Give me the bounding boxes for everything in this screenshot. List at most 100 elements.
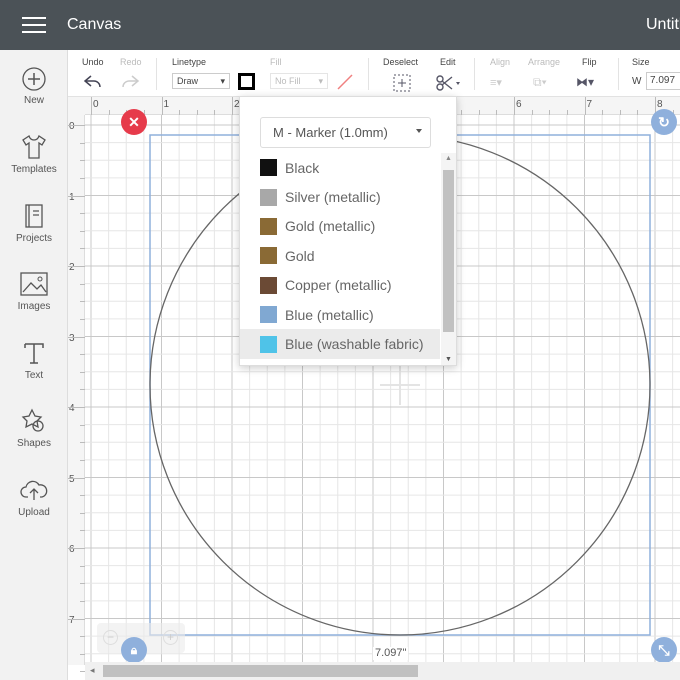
align-icon[interactable]: ≡▾ <box>490 76 502 89</box>
edit-icon[interactable] <box>435 74 461 92</box>
pen-color-popup: M - Marker (1.0mm) Black Silver (metallic… <box>239 96 457 366</box>
rotate-handle-icon[interactable]: ↻ <box>651 109 677 135</box>
book-icon <box>25 204 43 228</box>
fill-value: No Fill <box>275 76 301 86</box>
pen-color-option[interactable]: Gold (metallic) <box>240 212 440 241</box>
pen-color-option[interactable]: Blue (washable fabric) <box>240 329 440 359</box>
sidebar-item-shapes[interactable]: Shapes <box>0 407 68 449</box>
color-swatch <box>260 217 277 235</box>
sidebar-item-new[interactable]: New <box>0 66 68 106</box>
ruler-tick-label: 1 <box>163 99 170 110</box>
resize-handle-icon[interactable]: ⤡ <box>651 637 677 663</box>
ruler-tick-label: 6 <box>516 99 522 110</box>
shapes-icon <box>21 408 44 432</box>
line-color-swatch[interactable] <box>238 73 255 90</box>
color-swatch <box>260 188 277 206</box>
color-swatch <box>260 335 277 353</box>
color-name: Blue (metallic) <box>285 306 374 323</box>
redo-label: Redo <box>120 57 142 67</box>
ruler-tick-label: 5 <box>69 473 75 485</box>
ruler-left: 0 1 2 3 4 5 6 7 <box>68 115 85 673</box>
ruler-tick-label: 7 <box>586 99 593 110</box>
pen-color-option[interactable]: Silver (metallic) <box>240 182 440 211</box>
sidebar-label: Images <box>17 301 51 312</box>
fill-label: Fill <box>270 57 282 67</box>
scroll-down-icon[interactable]: ▼ <box>445 356 452 363</box>
color-name: Gold (metallic) <box>285 218 376 235</box>
app-title: Canvas <box>67 16 122 33</box>
tshirt-icon <box>22 134 46 159</box>
pen-type-value: M - Marker (1.0mm) <box>273 125 388 140</box>
sidebar-label: Upload <box>18 507 50 518</box>
hamburger-menu-icon[interactable] <box>22 17 46 33</box>
sidebar-label: Text <box>24 370 44 381</box>
pen-color-option[interactable]: Blue (metallic) <box>240 300 440 329</box>
app-header: Canvas Untitled <box>0 0 680 50</box>
deselect-label: Deselect <box>383 57 419 67</box>
upload-cloud-icon <box>20 480 48 500</box>
redo-icon[interactable] <box>120 74 140 90</box>
pen-color-list: Black Silver (metallic) Gold (metallic) Gol… <box>240 153 456 365</box>
sidebar-label: Templates <box>11 164 57 175</box>
arrange-icon[interactable]: ⧉▾ <box>533 75 547 90</box>
color-name: Copper (metallic) <box>285 277 392 294</box>
ruler-tick-label: 3 <box>69 332 75 344</box>
ruler-tick-label: 0 <box>69 121 75 132</box>
scrollbar-thumb[interactable] <box>443 170 454 332</box>
fill-select[interactable]: No Fill ▾ <box>270 73 328 89</box>
sidebar-item-projects[interactable]: Projects <box>0 202 68 244</box>
vertical-scrollbar[interactable]: ▲ ▼ <box>441 153 456 365</box>
color-name: Gold <box>285 247 315 264</box>
sidebar-item-images[interactable]: Images <box>0 270 68 312</box>
scroll-left-icon[interactable]: ◂ <box>90 665 95 676</box>
undo-label: Undo <box>82 57 104 67</box>
linetype-label: Linetype <box>172 57 207 67</box>
linetype-select[interactable]: Draw ▾ <box>172 73 230 89</box>
horizontal-scrollbar[interactable]: ◂ <box>85 662 680 680</box>
pen-color-option[interactable]: Violet (metallic) <box>240 359 440 365</box>
no-fill-icon[interactable] <box>336 73 354 91</box>
width-dimension-label: 7.097" <box>373 647 409 660</box>
zoom-in-icon[interactable]: + <box>163 630 178 645</box>
delete-handle-icon[interactable]: ✕ <box>121 109 147 135</box>
size-label: Size <box>632 57 650 67</box>
linetype-value: Draw <box>177 76 199 86</box>
ruler-tick-label: 4 <box>69 403 75 414</box>
sidebar-item-text[interactable]: Text <box>0 339 68 381</box>
arrange-label: Arrange <box>528 57 561 67</box>
width-label: W <box>632 76 642 87</box>
sidebar-label: Projects <box>15 233 53 244</box>
deselect-icon[interactable] <box>393 74 411 92</box>
pen-color-option[interactable]: Black <box>240 153 440 182</box>
width-input[interactable]: 7.097 <box>646 72 680 90</box>
color-name: Black <box>285 159 320 176</box>
pen-color-option[interactable]: Copper (metallic) <box>240 271 440 300</box>
align-label: Align <box>490 57 511 67</box>
undo-icon[interactable] <box>83 74 103 90</box>
toolbar: Undo Redo Linetype Draw ▾ Fill No Fill ▾ D… <box>68 50 680 97</box>
sidebar-item-upload[interactable]: Upload <box>0 476 68 518</box>
color-name: Blue (washable fabric) <box>285 336 424 353</box>
ruler-tick-label: 7 <box>69 614 75 626</box>
sidebar-label: New <box>23 95 44 106</box>
flip-label: Flip <box>582 57 597 67</box>
flip-icon[interactable]: ⧓▾ <box>576 75 594 89</box>
zoom-out-icon[interactable]: − <box>103 630 118 645</box>
document-title[interactable]: Untitled <box>646 16 680 34</box>
color-swatch <box>260 306 277 324</box>
sidebar: New Templates Projects Images Text Shape… <box>0 50 68 680</box>
color-swatch <box>260 276 277 294</box>
pen-color-option[interactable]: Gold <box>240 241 440 270</box>
pen-type-select[interactable]: M - Marker (1.0mm) <box>260 117 431 148</box>
text-icon <box>24 343 44 364</box>
scroll-up-icon[interactable]: ▲ <box>445 155 452 162</box>
edit-label: Edit <box>440 57 456 67</box>
scrollbar-thumb[interactable] <box>103 665 418 677</box>
lock-handle-icon[interactable]: 🔒︎ <box>121 637 147 663</box>
chevron-down-icon <box>416 129 422 133</box>
ruler-tick-label: 2 <box>69 262 75 273</box>
ruler-tick-label: 6 <box>69 544 75 555</box>
sidebar-label: Shapes <box>17 438 51 449</box>
ruler-corner <box>68 97 85 115</box>
sidebar-item-templates[interactable]: Templates <box>0 133 68 175</box>
